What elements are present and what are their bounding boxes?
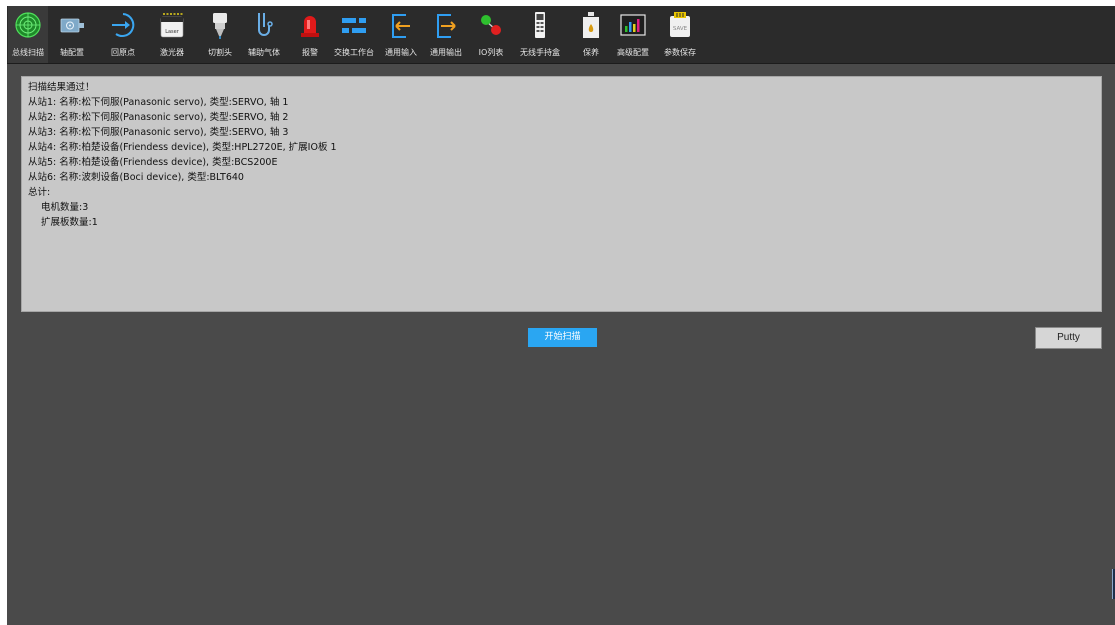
tool-label: 激光器	[160, 48, 184, 57]
tool-advanced-config[interactable]: 高级配置	[613, 6, 653, 63]
oil-can-icon	[583, 12, 599, 38]
tool-bus-scan[interactable]: 总线扫描	[8, 6, 48, 63]
tool-label: 轴配置	[60, 48, 84, 57]
tool-maintenance[interactable]: 保养	[571, 6, 611, 63]
result-line: 从站1: 名称:松下伺服(Panasonic servo), 类型:SERVO,…	[28, 97, 289, 108]
alarm-light-icon	[301, 16, 319, 37]
result-line: 从站6: 名称:波刺设备(Boci device), 类型:BLT640	[28, 172, 244, 183]
tool-param-save[interactable]: SAVE 参数保存	[660, 6, 700, 63]
wireless-remote-icon	[535, 12, 545, 38]
result-line: 从站5: 名称:柏楚设备(Friendess device), 类型:BCS20…	[28, 157, 278, 168]
tool-aux-gas[interactable]: 辅助气体	[244, 6, 284, 63]
tool-label: IO列表	[478, 48, 504, 57]
tool-general-input[interactable]: 通用输入	[381, 6, 421, 63]
svg-text:Laser: Laser	[165, 29, 180, 35]
tool-cutting-head[interactable]: 切割头	[200, 6, 240, 63]
scan-result-panel: 扫描结果通过！ 从站1: 名称:松下伺服(Panasonic servo), 类…	[21, 76, 1102, 312]
tool-alarm[interactable]: 报警	[290, 6, 330, 63]
tool-label: 参数保存	[664, 48, 696, 57]
exchange-table-icon	[342, 18, 366, 33]
result-line: 扫描结果通过！	[28, 82, 95, 93]
save-card-icon: SAVE	[670, 12, 690, 37]
svg-text:SAVE: SAVE	[673, 26, 688, 32]
start-scan-button[interactable]: 开始扫描	[528, 328, 597, 347]
cutting-head-icon	[213, 13, 227, 39]
result-line: 总计:	[28, 187, 51, 198]
tool-label: 无线手持盒	[520, 48, 560, 57]
tool-wireless-remote[interactable]: 无线手持盒	[520, 6, 560, 63]
servo-motor-icon	[60, 18, 84, 33]
app-window: 总线扫描 轴配置 回原点 Laser 激光器 切割头 辅助气体 报警 交换工作台…	[7, 6, 1115, 625]
result-line: 扩展板数量:1	[41, 217, 98, 228]
advanced-config-icon	[620, 14, 646, 36]
tool-general-output[interactable]: 通用输出	[426, 6, 466, 63]
putty-button[interactable]: Putty	[1035, 327, 1102, 349]
result-line: 从站2: 名称:松下伺服(Panasonic servo), 类型:SERVO,…	[28, 112, 289, 123]
input-icon	[392, 14, 410, 38]
output-icon	[437, 14, 456, 38]
toolbar: 总线扫描 轴配置 回原点 Laser 激光器 切割头 辅助气体 报警 交换工作台…	[7, 6, 1115, 64]
result-line: 电机数量:3	[41, 202, 89, 213]
result-line: 从站4: 名称:柏楚设备(Friendess device), 类型:HPL27…	[28, 142, 337, 153]
tool-exchange-table[interactable]: 交换工作台	[334, 6, 374, 63]
tool-label: 辅助气体	[248, 48, 280, 57]
tool-axis-config[interactable]: 轴配置	[52, 6, 92, 63]
io-list-icon	[481, 15, 501, 35]
laser-icon: Laser	[160, 13, 184, 38]
tool-io-list[interactable]: IO列表	[471, 6, 511, 63]
result-line: 从站3: 名称:松下伺服(Panasonic servo), 类型:SERVO,…	[28, 127, 289, 138]
radar-icon	[15, 12, 41, 38]
tool-label: 交换工作台	[334, 48, 374, 57]
return-home-icon	[112, 13, 135, 37]
tool-label: 高级配置	[617, 48, 649, 57]
tool-laser[interactable]: Laser 激光器	[152, 6, 192, 63]
gas-icon	[258, 13, 273, 36]
tool-label: 回原点	[111, 48, 135, 57]
tool-home[interactable]: 回原点	[103, 6, 143, 63]
